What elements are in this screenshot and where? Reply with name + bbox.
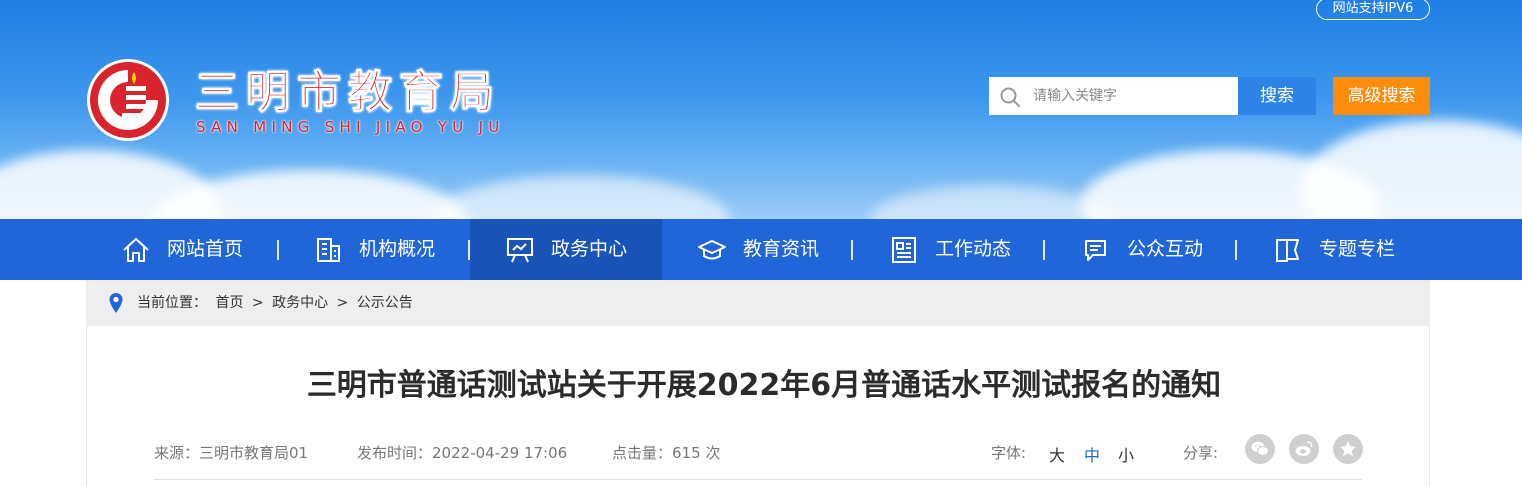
source-label: 来源：	[154, 444, 200, 462]
breadcrumb-link-announcements[interactable]: 公示公告	[357, 295, 413, 311]
nav-divider	[277, 240, 279, 260]
share-wechat-button[interactable]	[1245, 434, 1275, 464]
nav-item-home[interactable]: 网站首页	[86, 219, 278, 280]
advanced-search-button[interactable]: 高级搜索	[1333, 77, 1430, 115]
breadcrumb-link-government-center[interactable]: 政务中心	[272, 295, 328, 311]
article-title: 三明市普通话测试站关于开展2022年6月普通话水平测试报名的通知	[306, 368, 1222, 403]
source-value: 三明市教育局01	[199, 444, 309, 462]
meta-divider	[154, 479, 1362, 480]
article-publish-time: 发布时间：2022-04-29 17:06	[357, 442, 567, 463]
share-label: 分享:	[1183, 444, 1219, 462]
cloud-decoration	[870, 185, 1110, 219]
breadcrumb-link-home[interactable]: 首页	[215, 295, 243, 311]
article-hits: 点击量：615 次	[612, 442, 720, 463]
location-pin-icon	[109, 293, 123, 313]
site-title: 三明市教育局	[195, 67, 501, 119]
nav-divider	[1043, 240, 1045, 260]
publish-time-value: 2022-04-29 17:06	[432, 444, 568, 462]
weibo-icon	[1295, 441, 1313, 456]
nav-item-special-topics[interactable]: 专题专栏	[1238, 219, 1430, 280]
main-nav: 网站首页 机构概况 政务中心 教育资讯 工作动态 公众互动 专题专栏	[0, 219, 1522, 280]
building-icon	[316, 237, 340, 262]
ipv6-badge: 网站支持IPV6	[1316, 0, 1430, 20]
chat-icon	[1084, 239, 1106, 261]
search-box	[989, 77, 1238, 115]
education-bureau-emblem-icon	[87, 59, 169, 141]
breadcrumb-separator: >	[336, 295, 349, 311]
site-pinyin: SAN MING SHI JIAO YU JU	[196, 118, 505, 136]
presentation-icon	[506, 237, 533, 262]
nav-item-public-interaction[interactable]: 公众互动	[1046, 219, 1238, 280]
nav-item-label: 机构概况	[358, 238, 435, 260]
breadcrumb-prefix: 当前位置：	[137, 295, 207, 311]
font-size-medium[interactable]: 中	[1084, 442, 1100, 466]
nav-divider	[1235, 240, 1237, 260]
nav-item-label: 政务中心	[550, 238, 627, 260]
cloud-decoration	[430, 175, 730, 219]
newspaper-icon	[891, 236, 916, 263]
font-size-large[interactable]: 大	[1049, 442, 1065, 466]
graduation-cap-icon	[697, 239, 726, 259]
nav-item-organization[interactable]: 机构概况	[278, 219, 470, 280]
font-size-label: 字体:	[991, 444, 1027, 462]
publish-time-label: 发布时间：	[357, 444, 433, 462]
hits-value: 615	[672, 444, 701, 462]
hits-unit: 次	[705, 444, 721, 462]
search-icon	[1000, 87, 1020, 107]
nav-item-label: 网站首页	[166, 238, 243, 260]
search-button[interactable]: 搜索	[1238, 77, 1316, 115]
nav-item-education-news[interactable]: 教育资讯	[662, 219, 854, 280]
nav-item-label: 工作动态	[934, 238, 1011, 260]
share-favorite-button[interactable]	[1333, 434, 1363, 464]
nav-divider	[468, 240, 470, 260]
cloud-decoration	[1300, 120, 1522, 219]
breadcrumb: 当前位置： 首页 > 政务中心 > 公示公告	[86, 280, 1430, 326]
nav-item-label: 教育资讯	[742, 238, 819, 260]
share-weibo-button[interactable]	[1289, 434, 1319, 464]
site-header: 网站支持IPV6 三明市教育局 SAN MING SHI JIAO YU JU …	[0, 0, 1522, 219]
font-size-small[interactable]: 小	[1118, 442, 1134, 466]
wechat-icon	[1251, 441, 1269, 456]
article-source: 来源：三明市教育局01	[154, 442, 308, 463]
breadcrumb-separator: >	[251, 295, 264, 311]
search-input[interactable]	[1033, 77, 1233, 115]
nav-divider	[851, 240, 853, 260]
nav-item-label: 公众互动	[1126, 238, 1203, 260]
home-icon	[123, 237, 149, 262]
hits-label: 点击量：	[612, 444, 673, 462]
nav-item-work-updates[interactable]: 工作动态	[854, 219, 1046, 280]
nav-item-government-center[interactable]: 政务中心	[470, 219, 662, 280]
favorite-star-icon	[1340, 441, 1356, 457]
book-icon	[1275, 238, 1299, 262]
nav-item-label: 专题专栏	[1318, 238, 1395, 260]
